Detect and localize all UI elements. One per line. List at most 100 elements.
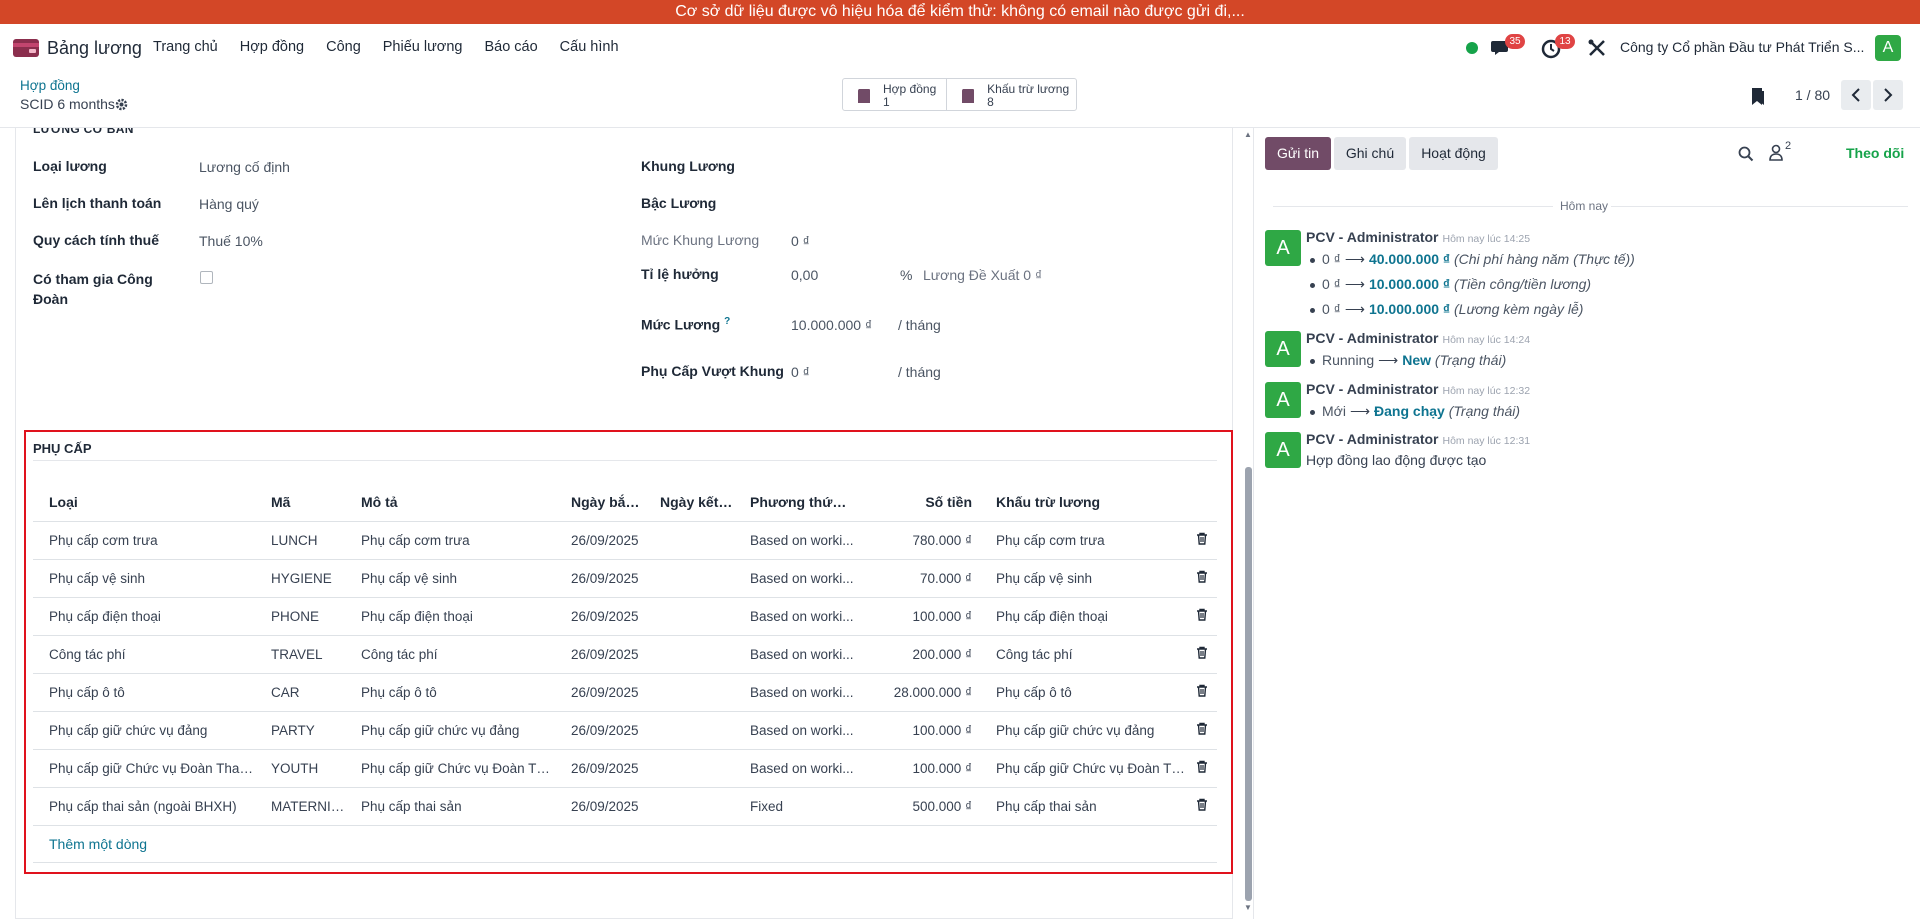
cell-type[interactable]: Phụ cấp vệ sinh [33,559,255,598]
menu-item-config[interactable]: Cấu hình [560,39,619,55]
column-header-deduction[interactable]: Khấu trừ lương [980,483,1187,522]
cell-code[interactable]: LUNCH [255,521,345,560]
field-wage[interactable]: 10.000.000 ₫ [791,317,872,333]
cell-description[interactable]: Phụ cấp giữ chức vụ đảng [345,711,555,750]
cell-method[interactable]: Based on worki... [734,597,854,636]
union-member-checkbox[interactable] [200,271,213,284]
column-header-type[interactable]: Loại [33,483,255,522]
cell-description[interactable]: Công tác phí [345,635,555,674]
column-header-start-date[interactable]: Ngày bắt ... [555,483,644,522]
scroll-down-arrow[interactable]: ▼ [1244,903,1252,912]
trash-icon[interactable] [1196,608,1208,621]
menu-item-payslips[interactable]: Phiếu lương [383,39,463,55]
cell-code[interactable]: TRAVEL [255,635,345,674]
cell-deduction[interactable]: Phụ cấp cơm trưa [980,521,1187,560]
cell-code[interactable]: PARTY [255,711,345,750]
cell-start-date[interactable]: 26/09/2025 [555,597,644,636]
scrollbar-thumb[interactable] [1245,467,1252,901]
bookmark-icon[interactable] [1750,87,1766,107]
cell-amount[interactable]: 100.000 ₫ [854,597,980,636]
cell-code[interactable]: YOUTH [255,749,345,788]
cell-method[interactable]: Based on worki... [734,559,854,598]
cell-method[interactable]: Based on worki... [734,635,854,674]
cell-deduction[interactable]: Phụ cấp giữ Chức vụ Đoàn Tha... [980,749,1187,788]
message-author[interactable]: PCV - Administrator [1306,229,1439,245]
cell-description[interactable]: Phụ cấp vệ sinh [345,559,555,598]
message-author[interactable]: PCV - Administrator [1306,431,1439,447]
gear-icon[interactable] [115,98,128,111]
menu-item-attendance[interactable]: Công [326,39,361,55]
cell-description[interactable]: Phụ cấp thai sản [345,787,555,826]
cell-end-date[interactable] [644,521,734,560]
cell-description[interactable]: Phụ cấp giữ Chức vụ Đoàn Tha... [345,749,555,788]
column-header-method[interactable]: Phương thức t... [734,483,854,522]
activity-button[interactable]: Hoạt động [1409,137,1498,170]
field-schedule-pay[interactable]: Hàng quý [199,196,259,212]
menu-item-contracts[interactable]: Hợp đồng [240,39,304,55]
pager-next-button[interactable] [1873,80,1903,110]
cell-start-date[interactable]: 26/09/2025 [555,635,644,674]
cell-end-date[interactable] [644,635,734,674]
cell-description[interactable]: Phụ cấp cơm trưa [345,521,555,560]
trash-icon[interactable] [1196,760,1208,773]
cell-type[interactable]: Phụ cấp cơm trưa [33,521,255,560]
cell-end-date[interactable] [644,787,734,826]
cell-end-date[interactable] [644,673,734,712]
column-header-end-date[interactable]: Ngày kết t... [644,483,734,522]
cell-amount[interactable]: 28.000.000 ₫ [854,673,980,712]
cell-description[interactable]: Phụ cấp điện thoại [345,597,555,636]
cell-type[interactable]: Phụ cấp giữ chức vụ đảng [33,711,255,750]
cell-type[interactable]: Công tác phí [33,635,255,674]
user-avatar[interactable]: A [1875,35,1901,61]
breadcrumb-contracts[interactable]: Hợp đồng [20,78,80,93]
menu-item-reports[interactable]: Báo cáo [484,39,537,55]
table-row[interactable]: Phụ cấp thai sản (ngoài BHXH) MATERNITY Ph… [33,787,1217,826]
cell-method[interactable]: Based on worki... [734,521,854,560]
table-row[interactable]: Phụ cấp điện thoại PHONE Phụ cấp điện thoạ… [33,597,1217,636]
trash-icon[interactable] [1196,722,1208,735]
cell-start-date[interactable]: 26/09/2025 [555,711,644,750]
cell-method[interactable]: Based on worki... [734,711,854,750]
trash-icon[interactable] [1196,798,1208,811]
scroll-up-arrow[interactable]: ▲ [1244,130,1252,139]
cell-amount[interactable]: 100.000 ₫ [854,749,980,788]
cell-start-date[interactable]: 26/09/2025 [555,749,644,788]
cell-amount[interactable]: 500.000 ₫ [854,787,980,826]
trash-icon[interactable] [1196,570,1208,583]
smart-button-deductions[interactable]: Khấu trừ lương 8 [947,79,1076,110]
cell-deduction[interactable]: Phụ cấp giữ chức vụ đảng [980,711,1187,750]
cell-deduction[interactable]: Phụ cấp vệ sinh [980,559,1187,598]
user-icon[interactable] [1768,144,1784,162]
cell-code[interactable]: MATERNITY [255,787,345,826]
cell-end-date[interactable] [644,711,734,750]
cell-type[interactable]: Phụ cấp thai sản (ngoài BHXH) [33,787,255,826]
cell-method[interactable]: Based on worki... [734,673,854,712]
table-row[interactable]: Phụ cấp vệ sinh HYGIENE Phụ cấp vệ sinh 26/… [33,559,1217,598]
app-icon[interactable] [13,39,39,57]
cell-type[interactable]: Phụ cấp ô tô [33,673,255,712]
field-tax-policy[interactable]: Thuế 10% [199,233,263,249]
cell-type[interactable]: Phụ cấp điện thoại [33,597,255,636]
pager-previous-button[interactable] [1841,80,1871,110]
cell-end-date[interactable] [644,749,734,788]
menu-item-home[interactable]: Trang chủ [153,39,218,55]
trash-icon[interactable] [1196,684,1208,697]
send-message-button[interactable]: Gửi tin [1265,137,1331,170]
search-icon[interactable] [1738,146,1754,162]
column-header-description[interactable]: Mô tả [345,483,555,522]
table-row[interactable]: Phụ cấp giữ Chức vụ Đoàn Than... YOUTH Phụ… [33,749,1217,788]
company-switcher[interactable]: Công ty Cổ phần Đầu tư Phát Triển S... [1620,39,1864,55]
cell-method[interactable]: Based on worki... [734,749,854,788]
message-avatar[interactable]: A [1265,432,1301,468]
follow-button[interactable]: Theo dõi [1846,145,1904,161]
cell-amount[interactable]: 780.000 ₫ [854,521,980,560]
message-author[interactable]: PCV - Administrator [1306,381,1439,397]
column-header-amount[interactable]: Số tiền [854,483,980,522]
message-avatar[interactable]: A [1265,230,1301,266]
message-avatar[interactable]: A [1265,382,1301,418]
cell-deduction[interactable]: Phụ cấp điện thoại [980,597,1187,636]
cell-type[interactable]: Phụ cấp giữ Chức vụ Đoàn Than... [33,749,255,788]
cell-amount[interactable]: 200.000 ₫ [854,635,980,674]
cell-amount[interactable]: 70.000 ₫ [854,559,980,598]
cell-start-date[interactable]: 26/09/2025 [555,521,644,560]
